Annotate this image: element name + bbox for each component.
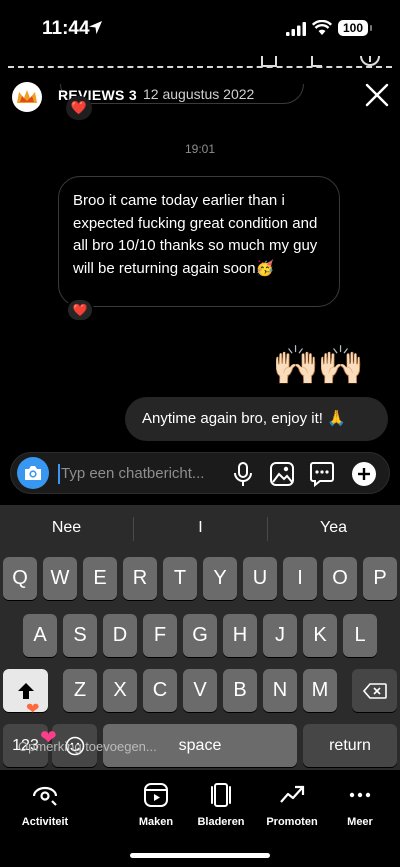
key-a[interactable]: A bbox=[23, 614, 57, 657]
heart-overlay-icon: ❤ bbox=[26, 701, 40, 718]
microphone-icon[interactable] bbox=[230, 461, 256, 487]
heart-overlay-icon: ❤ bbox=[40, 727, 57, 749]
outgoing-message[interactable]: Anytime again bro, enjoy it! 🙏 bbox=[125, 397, 388, 441]
suggestion-3[interactable]: Yea bbox=[267, 519, 400, 537]
home-indicator bbox=[130, 853, 270, 858]
signal-icon bbox=[286, 22, 306, 36]
key-q[interactable]: Q bbox=[3, 557, 37, 600]
action-label: Meer bbox=[347, 816, 373, 828]
key-z[interactable]: Z bbox=[63, 669, 97, 712]
key-r[interactable]: R bbox=[123, 557, 157, 600]
message-composer bbox=[10, 452, 390, 494]
action-bladeren[interactable]: Bladeren bbox=[181, 782, 261, 828]
action-label: Bladeren bbox=[197, 816, 245, 828]
browse-icon bbox=[211, 783, 231, 807]
story-divider bbox=[8, 66, 392, 68]
key-t[interactable]: T bbox=[163, 557, 197, 600]
message-timestamp: 19:01 bbox=[184, 142, 216, 156]
chat-header: REVIEWS 3 12 augustus 2022 bbox=[0, 76, 400, 116]
key-b[interactable]: B bbox=[223, 669, 257, 712]
key-e[interactable]: E bbox=[83, 557, 117, 600]
space-label: space bbox=[178, 736, 222, 754]
key-k[interactable]: K bbox=[303, 614, 337, 657]
camera-button[interactable] bbox=[17, 457, 49, 489]
create-icon bbox=[144, 783, 168, 807]
incoming-message[interactable]: Broo it came today earlier than i expect… bbox=[58, 176, 340, 307]
wifi-icon bbox=[312, 20, 332, 35]
avatar[interactable] bbox=[12, 82, 42, 112]
suggestion-2[interactable]: I bbox=[134, 519, 267, 537]
activity-icon bbox=[32, 786, 58, 806]
key-w[interactable]: W bbox=[43, 557, 77, 600]
action-meer[interactable]: Meer bbox=[320, 782, 400, 828]
message-input[interactable] bbox=[61, 461, 231, 485]
chat-date: 12 augustus 2022 bbox=[143, 86, 255, 102]
key-m[interactable]: M bbox=[303, 669, 337, 712]
key-u[interactable]: U bbox=[243, 557, 277, 600]
emoji-message[interactable]: 🙌🏻🙌🏻 bbox=[272, 344, 365, 388]
camera-icon bbox=[25, 466, 41, 480]
status-bar: 11:44 100 bbox=[0, 0, 400, 60]
status-time: 11:44 bbox=[42, 18, 90, 39]
promote-icon bbox=[280, 785, 305, 803]
suggestion-1[interactable]: Nee bbox=[0, 519, 133, 537]
action-activiteit[interactable]: Activiteit bbox=[5, 782, 85, 828]
battery-indicator: 100 bbox=[338, 20, 372, 36]
action-label: Activiteit bbox=[21, 816, 69, 828]
location-arrow-icon bbox=[88, 20, 103, 35]
key-j[interactable]: J bbox=[263, 614, 297, 657]
key-n[interactable]: N bbox=[263, 669, 297, 712]
key-x[interactable]: X bbox=[103, 669, 137, 712]
text-caret bbox=[58, 464, 60, 484]
key-d[interactable]: D bbox=[103, 614, 137, 657]
key-v[interactable]: V bbox=[183, 669, 217, 712]
key-o[interactable]: O bbox=[323, 557, 357, 600]
key-l[interactable]: L bbox=[343, 614, 377, 657]
key-h[interactable]: H bbox=[223, 614, 257, 657]
more-icon bbox=[349, 792, 371, 798]
close-icon[interactable] bbox=[364, 82, 390, 108]
return-key[interactable]: return bbox=[303, 724, 397, 767]
shift-icon bbox=[17, 682, 34, 699]
comment-overlay-text: Opmerking toevoegen... bbox=[18, 739, 157, 754]
sticker-icon[interactable] bbox=[309, 461, 335, 487]
key-s[interactable]: S bbox=[63, 614, 97, 657]
key-i[interactable]: I bbox=[283, 557, 317, 600]
key-f[interactable]: F bbox=[143, 614, 177, 657]
gallery-icon[interactable] bbox=[269, 461, 295, 487]
reaction-badge[interactable]: ❤️ bbox=[66, 96, 92, 120]
backspace-icon bbox=[362, 682, 387, 699]
key-c[interactable]: C bbox=[143, 669, 177, 712]
add-icon[interactable] bbox=[351, 461, 377, 487]
reaction-badge[interactable]: ❤️ bbox=[66, 298, 94, 322]
crown-logo-icon bbox=[17, 90, 37, 103]
suggestion-bar: Nee I Yea bbox=[0, 505, 400, 551]
key-p[interactable]: P bbox=[363, 557, 397, 600]
key-g[interactable]: G bbox=[183, 614, 217, 657]
key-y[interactable]: Y bbox=[203, 557, 237, 600]
backspace-key[interactable] bbox=[352, 669, 397, 712]
